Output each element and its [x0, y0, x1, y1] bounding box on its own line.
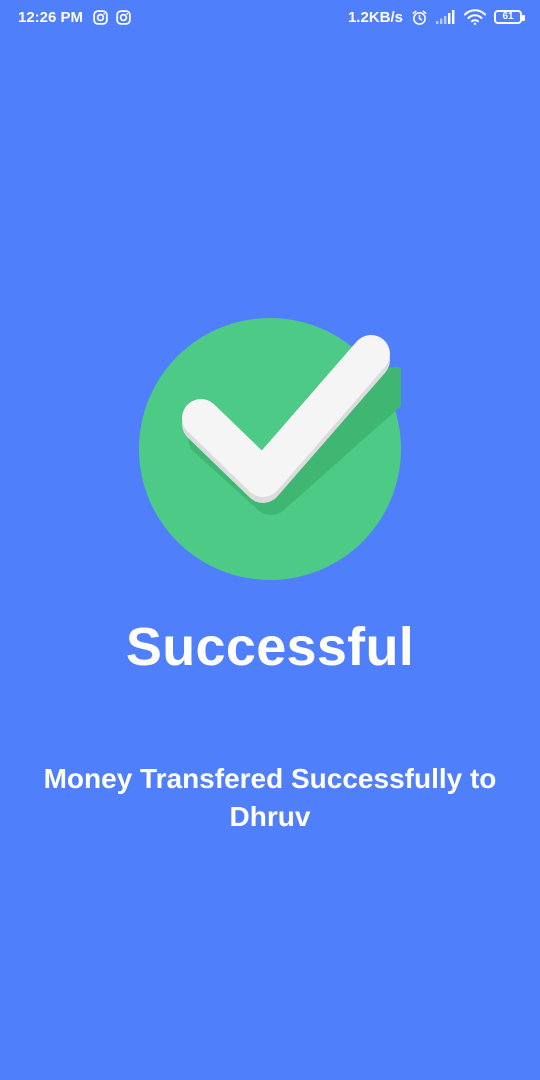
battery-level: 61 — [502, 11, 514, 22]
battery-icon: 61 — [494, 10, 525, 24]
status-bar: 12:26 PM 1.2KB/s 61 — [0, 0, 540, 34]
alarm-icon — [411, 9, 428, 26]
success-message: Money Transfered Successfully to Dhruv — [43, 763, 497, 832]
signal-icon — [436, 10, 456, 24]
status-left: 12:26 PM — [18, 9, 131, 26]
success-title: Successful — [125, 617, 415, 677]
wifi-icon — [464, 9, 486, 25]
instagram-icon — [93, 9, 108, 25]
status-time: 12:26 PM — [18, 8, 84, 26]
status-right: 1.2KB/s 61 — [347, 8, 525, 26]
network-speed: 1.2KB/s — [347, 8, 403, 26]
check-circle-icon — [139, 318, 414, 580]
instagram-icon — [116, 9, 131, 25]
